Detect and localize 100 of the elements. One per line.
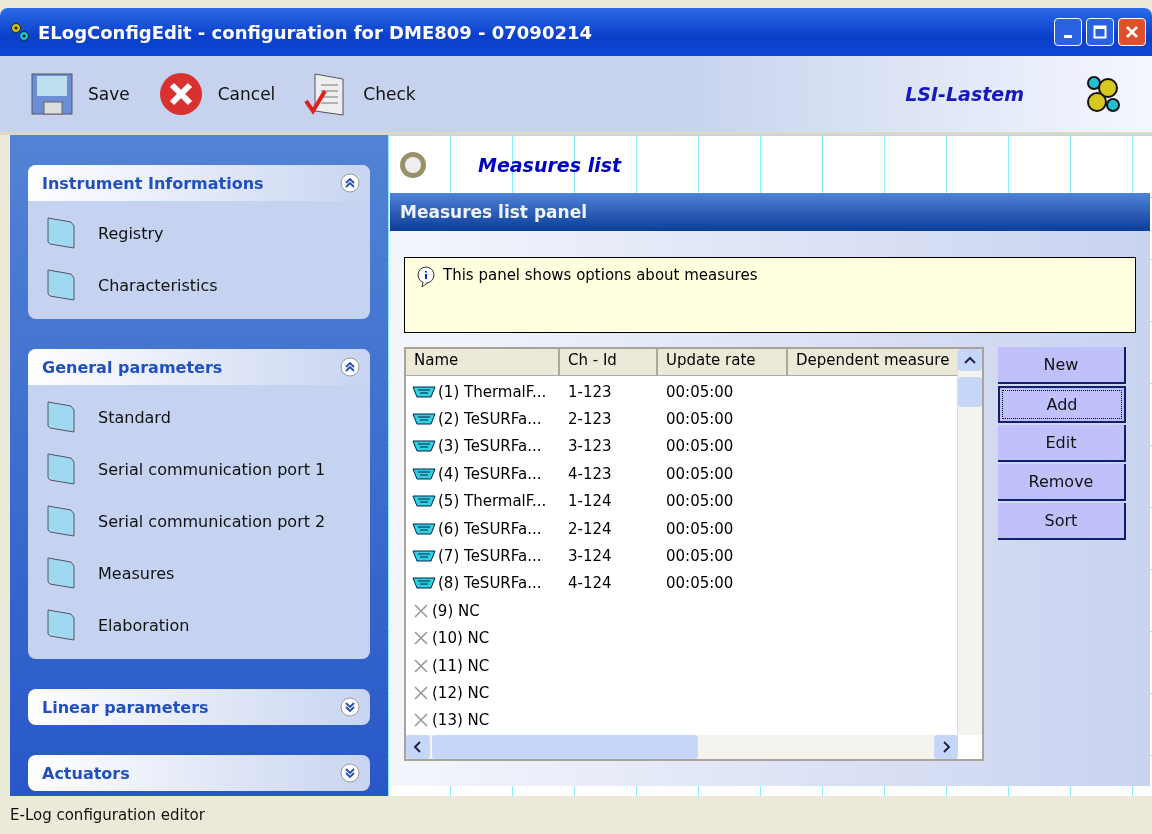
connector-icon	[412, 576, 436, 591]
connector-icon	[412, 466, 436, 481]
table-cell: (9) NC	[432, 601, 480, 620]
table-cell: (10) NC	[432, 629, 490, 648]
measure-row[interactable]: (4) TeSURFa... 4-123 00:05:00	[406, 460, 954, 488]
table-cell: 00:05:00	[666, 437, 734, 456]
table-cell: 2-123	[568, 410, 612, 429]
measure-row[interactable]: (10) NC	[406, 624, 954, 652]
cross-icon	[412, 712, 430, 729]
table-cell: (11) NC	[432, 656, 490, 675]
close-button[interactable]	[1118, 18, 1146, 46]
cross-icon	[412, 630, 430, 647]
table-cell: 3-124	[568, 547, 612, 566]
cancel-icon	[157, 71, 204, 117]
table-cell: 4-124	[568, 574, 612, 593]
collapse-icon[interactable]	[340, 173, 360, 193]
horizontal-scrollbar[interactable]	[406, 735, 958, 759]
action-button[interactable]: New	[998, 347, 1126, 384]
column-header[interactable]: Update rate	[658, 349, 788, 375]
scroll-up-icon[interactable]	[958, 349, 982, 371]
expand-icon[interactable]	[340, 697, 360, 717]
save-button[interactable]: Save	[30, 72, 130, 116]
info-icon	[415, 266, 437, 288]
table-cell: 00:05:00	[666, 464, 734, 483]
minimize-icon	[1064, 34, 1072, 38]
measure-row[interactable]: (8) TeSURFa... 4-124 00:05:00	[406, 569, 954, 598]
cross-icon	[412, 657, 430, 674]
scroll-thumb[interactable]	[432, 735, 698, 759]
table-cell: 00:05:00	[666, 382, 734, 401]
group-header[interactable]: General parameters	[28, 349, 370, 385]
panel-title: Measures list panel	[390, 193, 1150, 231]
measure-row[interactable]: (12) NC	[406, 679, 954, 707]
scroll-right-icon[interactable]	[934, 735, 958, 759]
table-cell: 00:05:00	[666, 519, 734, 538]
measure-row[interactable]: (7) TeSURFa... 3-124 00:05:00	[406, 542, 954, 570]
sidebar-item[interactable]: Registry	[46, 207, 370, 259]
cross-icon	[412, 685, 430, 701]
sidebar-item[interactable]: Measures	[46, 547, 370, 599]
table-cell: (8) TeSURFa...	[438, 574, 542, 593]
connector-icon	[412, 439, 436, 454]
table-cell: 1-124	[568, 492, 612, 511]
action-button[interactable]: Remove	[998, 464, 1126, 501]
table-cell: (4) TeSURFa...	[438, 464, 542, 483]
table-cell: 00:05:00	[666, 492, 734, 511]
action-button[interactable]: Edit	[998, 425, 1126, 462]
column-header[interactable]: Name	[406, 349, 560, 375]
measure-row[interactable]: (3) TeSURFa... 3-123 00:05:00	[406, 432, 954, 461]
expand-icon[interactable]	[340, 763, 360, 783]
table-cell: 3-123	[568, 437, 612, 456]
brand-logo-text: LSI-Lastem	[905, 83, 1024, 105]
folder-icon	[46, 608, 76, 642]
minimize-button[interactable]	[1054, 18, 1082, 46]
action-button[interactable]: Add	[998, 386, 1126, 423]
connector-icon	[412, 412, 436, 427]
table-cell: 4-123	[568, 464, 612, 483]
maximize-button[interactable]	[1086, 18, 1114, 46]
window-title: ELogConfigEdit - configuration for DME809 - 07090214	[38, 21, 593, 43]
cancel-button[interactable]: Cancel	[157, 71, 276, 117]
table-cell: 00:05:00	[666, 410, 734, 429]
cross-icon	[412, 602, 430, 619]
table-cell: (3) TeSURFa...	[438, 437, 542, 456]
collapse-icon[interactable]	[340, 357, 360, 377]
connector-icon	[412, 494, 436, 509]
measure-row[interactable]: (1) ThermalF... 1-123 00:05:00	[406, 378, 954, 406]
column-header[interactable]: Ch - Id	[560, 349, 658, 375]
maximize-icon	[1093, 25, 1107, 39]
table-cell: (1) ThermalF...	[438, 382, 547, 401]
connector-icon	[412, 549, 436, 564]
measure-row[interactable]: (5) ThermalF... 1-124 00:05:00	[406, 487, 954, 515]
info-text: This panel shows options about measures	[443, 266, 758, 284]
sidebar-item[interactable]: Serial communication port 1	[46, 443, 370, 495]
measure-row[interactable]: (9) NC	[406, 597, 954, 625]
table-cell: 2-124	[568, 519, 612, 538]
check-button[interactable]: Check	[303, 71, 416, 117]
table-cell: 00:05:00	[666, 574, 734, 593]
vertical-scrollbar[interactable]	[957, 349, 982, 735]
group-header[interactable]: Actuators	[28, 755, 370, 791]
table-cell: 1-123	[568, 382, 612, 401]
scroll-thumb[interactable]	[958, 377, 982, 407]
group-header[interactable]: Instrument Informations	[28, 165, 370, 201]
page-title: Measures list	[478, 154, 622, 176]
close-icon	[1125, 25, 1139, 39]
folder-icon	[46, 400, 76, 434]
measure-row[interactable]: (11) NC	[406, 651, 954, 680]
scroll-left-icon[interactable]	[406, 735, 430, 759]
folder-icon	[46, 504, 76, 538]
folder-icon	[46, 452, 76, 486]
gears-icon	[10, 22, 30, 42]
measure-row[interactable]: (13) NC	[406, 706, 954, 735]
action-button[interactable]: Sort	[998, 503, 1126, 540]
folder-icon	[46, 268, 76, 302]
table-cell: (12) NC	[432, 684, 490, 702]
measure-row[interactable]: (2) TeSURFa... 2-123 00:05:00	[406, 405, 954, 433]
table-cell: (2) TeSURFa...	[438, 410, 542, 429]
folder-icon	[46, 216, 76, 250]
sidebar-item[interactable]: Elaboration	[46, 599, 370, 651]
sidebar-item[interactable]: Characteristics	[46, 259, 370, 311]
sidebar-item[interactable]: Standard	[46, 391, 370, 443]
sidebar-item[interactable]: Serial communication port 2	[46, 495, 370, 547]
measure-row[interactable]: (6) TeSURFa... 2-124 00:05:00	[406, 514, 954, 543]
